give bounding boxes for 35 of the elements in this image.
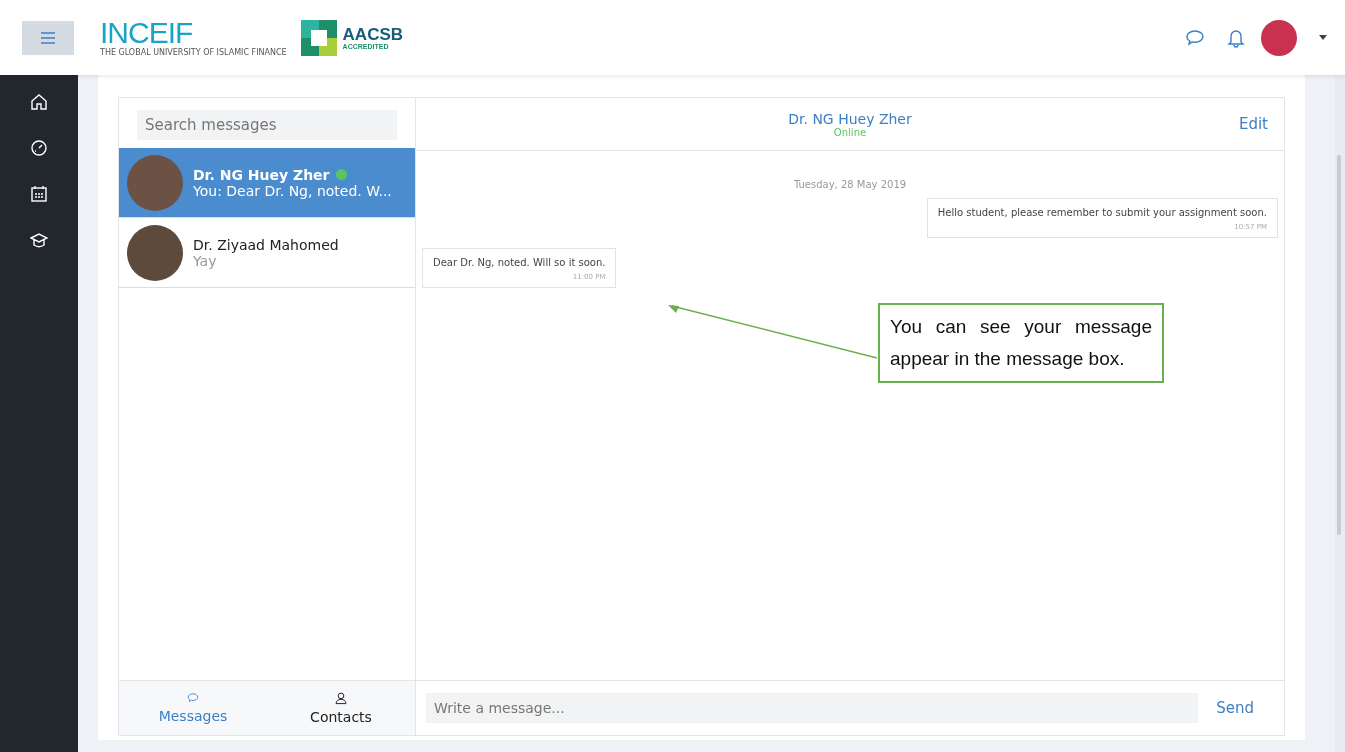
person-icon [334, 691, 348, 705]
edit-link[interactable]: Edit [1238, 115, 1268, 133]
accreditation-name: AACSB [342, 25, 404, 43]
tab[interactable]: Contacts [267, 681, 415, 735]
contact-name: Dr. NG Huey Zher [193, 166, 330, 183]
logo-name: INCEIF [100, 18, 193, 48]
send-button[interactable]: Send [1210, 698, 1260, 718]
chat-icon [187, 692, 199, 704]
logo-tagline: THE GLOBAL UNIVERSITY OF ISLAMIC FINANCE [100, 48, 287, 57]
message-input[interactable]: Write a message... [426, 693, 1199, 723]
message-preview: Yay [193, 252, 218, 269]
graduation-cap-icon[interactable] [30, 231, 48, 249]
home-icon[interactable] [30, 93, 48, 111]
caret-icon[interactable] [1319, 35, 1327, 40]
message-preview: You: Dear Dr. Ng, noted. W... [193, 182, 392, 199]
user-avatar[interactable] [1261, 19, 1297, 56]
message-text: Dear Dr. Ng, noted. Will so it soon. [433, 257, 606, 268]
scrollbar-thumb[interactable] [1337, 155, 1341, 535]
menu-icon [40, 31, 56, 44]
conversation-item[interactable]: Dr. NG Huey Zher You: Dear Dr. Ng, noted. W... [119, 148, 415, 218]
bell-icon[interactable] [1227, 27, 1245, 48]
accreditation-logo-icon [300, 19, 337, 56]
search-field[interactable]: Search messages [137, 110, 397, 140]
menu-button[interactable] [22, 20, 74, 55]
conversation-item[interactable]: Dr. Ziyaad Mahomed Yay [119, 218, 415, 288]
gauge-icon[interactable] [30, 139, 48, 157]
online-status: Online [833, 126, 867, 138]
chat-contact-name: Dr. NG Huey Zher [788, 110, 912, 127]
tab[interactable]: Messages [119, 681, 267, 735]
chat-icon[interactable] [1185, 27, 1205, 48]
contact-name: Dr. Ziyaad Mahomed [193, 236, 339, 253]
calendar-icon[interactable] [30, 185, 48, 203]
callout-note: You can see your message appear in the message box. [878, 303, 1164, 383]
message-text: Hello student, please remember to submit your assignment soon. [937, 207, 1267, 218]
date-label: Tuesday, 28 May 2019 [792, 179, 908, 190]
